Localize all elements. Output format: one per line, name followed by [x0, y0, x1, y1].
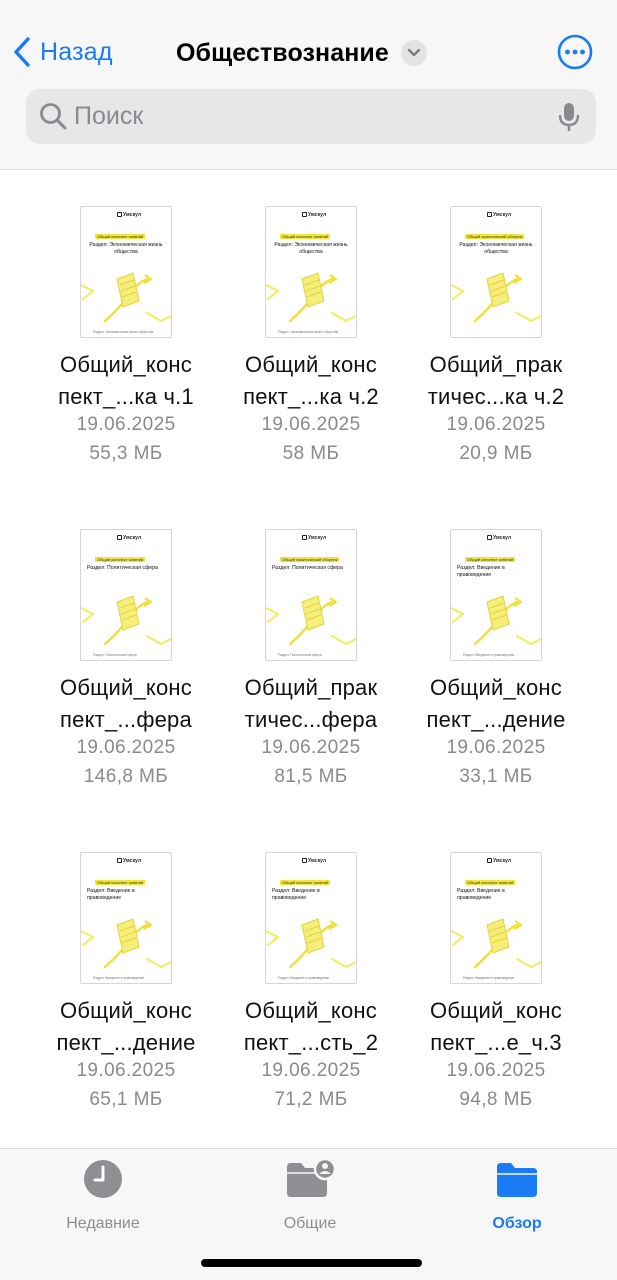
file-name: Общий_конс пект_...сть_2 — [243, 998, 379, 1055]
file-size: 71,2 МБ — [274, 1089, 348, 1110]
file-size: 146,8 МБ — [83, 766, 169, 787]
file-size: 55,3 МБ — [89, 443, 163, 464]
thumbnail-tag: Общий конспект занятий — [95, 557, 146, 562]
brand-logo: Умскул — [487, 535, 511, 541]
thumbnail-tag: Общий конспект занятий — [95, 234, 146, 239]
file-date: 19.06.2025 — [76, 737, 176, 758]
thumbnail-footer: Раздел: Введение в правоведение — [463, 976, 515, 980]
file-size: 20,9 МБ — [459, 443, 533, 464]
search-icon — [40, 103, 67, 130]
chevron-down-icon — [400, 40, 427, 66]
file-date: 19.06.2025 — [76, 1060, 176, 1081]
file-date: 19.06.2025 — [446, 1060, 546, 1081]
chevron-left-icon — [14, 37, 30, 67]
thumbnail-section: Раздел: Введение в правоведение — [457, 565, 505, 578]
file-size: 33,1 МБ — [459, 766, 533, 787]
brand-logo: Умскул — [117, 535, 141, 541]
document-thumbnail: Умскул Общий конспект занятий Раздел: По… — [80, 529, 172, 661]
brand-logo: Умскул — [302, 535, 326, 541]
brand-logo: Умскул — [302, 212, 326, 218]
tab-shared[interactable]: Общие — [235, 1159, 385, 1239]
document-thumbnail: Умскул Общий конспект занятий Раздел: Эк… — [265, 206, 357, 338]
tab-recents-label: Недавние — [66, 1215, 140, 1232]
brand-logo: Умскул — [487, 212, 511, 218]
file-date: 19.06.2025 — [261, 737, 361, 758]
file-date: 19.06.2025 — [446, 737, 546, 758]
tab-browse-label: Обзор — [492, 1215, 542, 1232]
file-date: 19.06.2025 — [261, 1060, 361, 1081]
thumbnail-section: Раздел: Введение в правоведение — [457, 888, 505, 901]
thumbnail-tag: Общий практический сборник — [280, 557, 340, 562]
file-date: 19.06.2025 — [76, 414, 176, 435]
file-date: 19.06.2025 — [446, 414, 546, 435]
document-thumbnail: Умскул Общий конспект занятий Раздел: Вв… — [450, 852, 542, 984]
tab-recents[interactable]: Недавние — [28, 1159, 178, 1239]
thumbnail-footer: Раздел: Политическая сфера — [278, 653, 322, 657]
navigation-bar: Назад Обществознание — [0, 0, 617, 170]
thumbnail-section: Раздел: Политическая сфера — [272, 565, 343, 571]
brand-logo: Умскул — [117, 858, 141, 864]
thumbnail-section: Раздел: Введение в правоведение — [272, 888, 320, 901]
thumbnail-section: Раздел: Введение в правоведение — [87, 888, 135, 901]
file-name: Общий_конс пект_...дение — [56, 998, 196, 1055]
document-thumbnail: Умскул Общий конспект занятий Раздел: Вв… — [450, 529, 542, 661]
microphone-icon[interactable] — [557, 101, 581, 133]
file-name: Общий_конс пект_...ка ч.1 — [58, 352, 194, 409]
document-thumbnail: Умскул Общий конспект занятий Раздел: Вв… — [80, 852, 172, 984]
thumbnail-tag: Общий конспект занятий — [95, 880, 146, 885]
clock-icon — [84, 1160, 122, 1198]
more-options-button[interactable] — [557, 34, 593, 70]
file-name: Общий_конс пект_...ка ч.2 — [243, 352, 379, 409]
thumbnail-tag: Общий конспект занятий — [465, 557, 516, 562]
back-button-label: Назад — [40, 37, 113, 66]
thumbnail-footer: Раздел: Введение в правоведение — [463, 653, 515, 657]
document-thumbnail: Умскул Общий практический сборник Раздел… — [450, 206, 542, 338]
thumbnail-tag: Общий практический сборник — [465, 234, 525, 239]
thumbnail-tag: Общий конспект занятий — [280, 234, 331, 239]
file-name: Общий_конс пект_...дение — [426, 675, 566, 732]
thumbnail-footer: Раздел: Политическая сфера — [93, 653, 137, 657]
file-size: 65,1 МБ — [89, 1089, 163, 1110]
thumbnail-footer: Раздел: Экономическая жизнь общества — [93, 330, 154, 334]
file-size: 58 МБ — [282, 443, 340, 464]
file-date: 19.06.2025 — [261, 414, 361, 435]
thumbnail-tag: Общий конспект занятий — [280, 880, 331, 885]
back-button[interactable]: Назад — [12, 30, 113, 74]
file-name: Общий_конс пект_...фера — [60, 675, 192, 732]
thumbnail-section: Раздел: Экономическая жизнь общества — [459, 242, 533, 255]
thumbnail-section: Раздел: Политическая сфера — [87, 565, 158, 571]
file-name: Общий_прак тичес...фера — [244, 675, 378, 732]
thumbnail-footer: Раздел: Введение в правоведение — [93, 976, 145, 980]
tab-shared-label: Общие — [283, 1215, 337, 1232]
document-thumbnail: Умскул Общий конспект занятий Раздел: Эк… — [80, 206, 172, 338]
folder-icon — [497, 1163, 537, 1197]
thumbnail-tag: Общий конспект занятий — [465, 880, 516, 885]
shared-folder-icon — [287, 1159, 335, 1197]
brand-logo: Умскул — [487, 858, 511, 864]
document-thumbnail: Умскул Общий конспект занятий Раздел: Вв… — [265, 852, 357, 984]
file-size: 94,8 МБ — [459, 1089, 533, 1110]
home-indicator — [201, 1259, 422, 1267]
file-name: Общий_прак тичес...ка ч.2 — [427, 352, 565, 409]
brand-logo: Умскул — [117, 212, 141, 218]
file-name: Общий_конс пект_...е_ч.3 — [430, 998, 562, 1055]
divider — [0, 169, 617, 170]
thumbnail-footer: Раздел: Экономическая жизнь общества — [278, 330, 339, 334]
search-input[interactable] — [74, 89, 534, 144]
page-title: Обществознание — [176, 38, 389, 67]
folder-title-menu[interactable]: Обществознание — [176, 33, 427, 73]
file-size: 81,5 МБ — [274, 766, 348, 787]
document-thumbnail: Умскул Общий практический сборник Раздел… — [265, 529, 357, 661]
search-bar[interactable] — [26, 89, 596, 144]
ellipsis-circle-icon — [557, 34, 593, 70]
brand-logo: Умскул — [302, 858, 326, 864]
thumbnail-section: Раздел: Экономическая жизнь общества — [274, 242, 348, 255]
thumbnail-section: Раздел: Экономическая жизнь общества — [89, 242, 163, 255]
tab-browse[interactable]: Обзор — [442, 1159, 592, 1239]
thumbnail-footer: Раздел: Введение в правоведение — [278, 976, 330, 980]
